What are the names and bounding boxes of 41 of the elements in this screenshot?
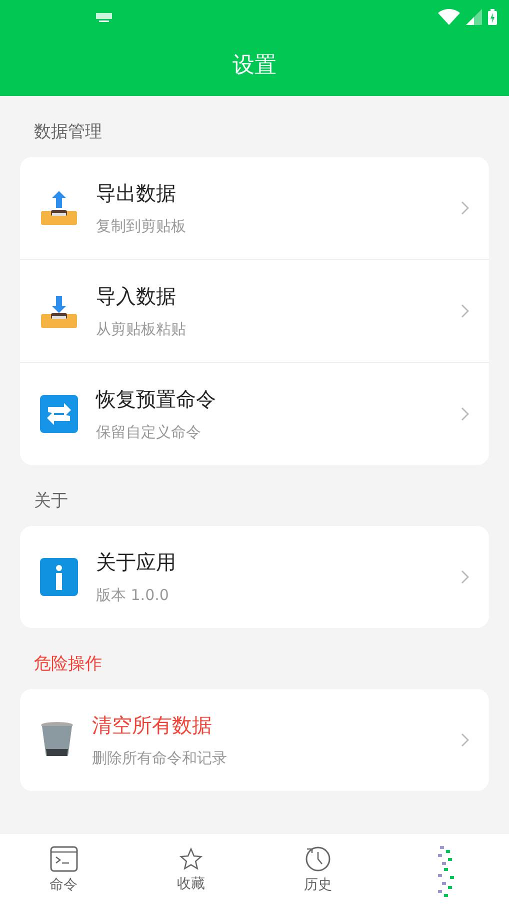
section-title: 关于 [33,490,69,513]
chevron-icon [461,304,469,318]
nav-tab[interactable]: 命令 [0,834,128,906]
keyboard-icon [96,12,112,22]
item-subtitle: 复制到剪贴板 [96,217,186,236]
settings-item[interactable]: 导出数据 复制到剪贴板 [20,157,489,259]
nav-tab[interactable]: 历史 [254,834,382,906]
settings-item[interactable]: 导入数据 从剪贴板粘贴 [20,259,489,362]
signal-icon [466,9,482,25]
settings-item[interactable]: 关于应用 版本 1.0.0 [20,526,489,628]
battery-icon [488,9,497,25]
item-subtitle: 保留自定义命令 [96,423,201,442]
trash-icon [40,721,74,759]
star-icon [178,847,203,871]
inbox-tray-icon [40,189,78,227]
item-title: 恢复预置命令 [96,386,216,413]
chevron-icon [461,407,469,421]
item-title: 导入数据 [96,283,176,310]
wifi-icon [438,9,460,25]
terminal-icon [50,846,78,872]
section-title: 危险操作 [33,653,103,676]
item-title: 导出数据 [96,180,176,207]
arrows-icon [40,395,78,433]
section-title: 数据管理 [33,121,103,144]
chevron-icon [461,733,469,747]
page-title: 设置 [232,52,276,80]
info-icon [40,558,78,596]
item-title: 关于应用 [96,549,176,576]
settings-item[interactable]: 清空所有数据 删除所有命令和记录 [20,689,489,791]
tab-label: 命令 [50,876,78,894]
item-subtitle: 版本 1.0.0 [96,586,169,605]
nav-tab[interactable]: 收藏 [127,834,254,906]
item-subtitle: 从剪贴板粘贴 [96,320,186,339]
tab-label: 收藏 [176,875,205,893]
chevron-icon [461,201,469,215]
item-title: 清空所有数据 [92,712,212,739]
clock-icon [305,846,332,872]
chevron-icon [461,570,469,584]
settings-item[interactable]: 恢复预置命令 保留自定义命令 [20,362,489,465]
tab-label: 历史 [304,876,332,894]
item-subtitle: 删除所有命令和记录 [92,749,227,768]
